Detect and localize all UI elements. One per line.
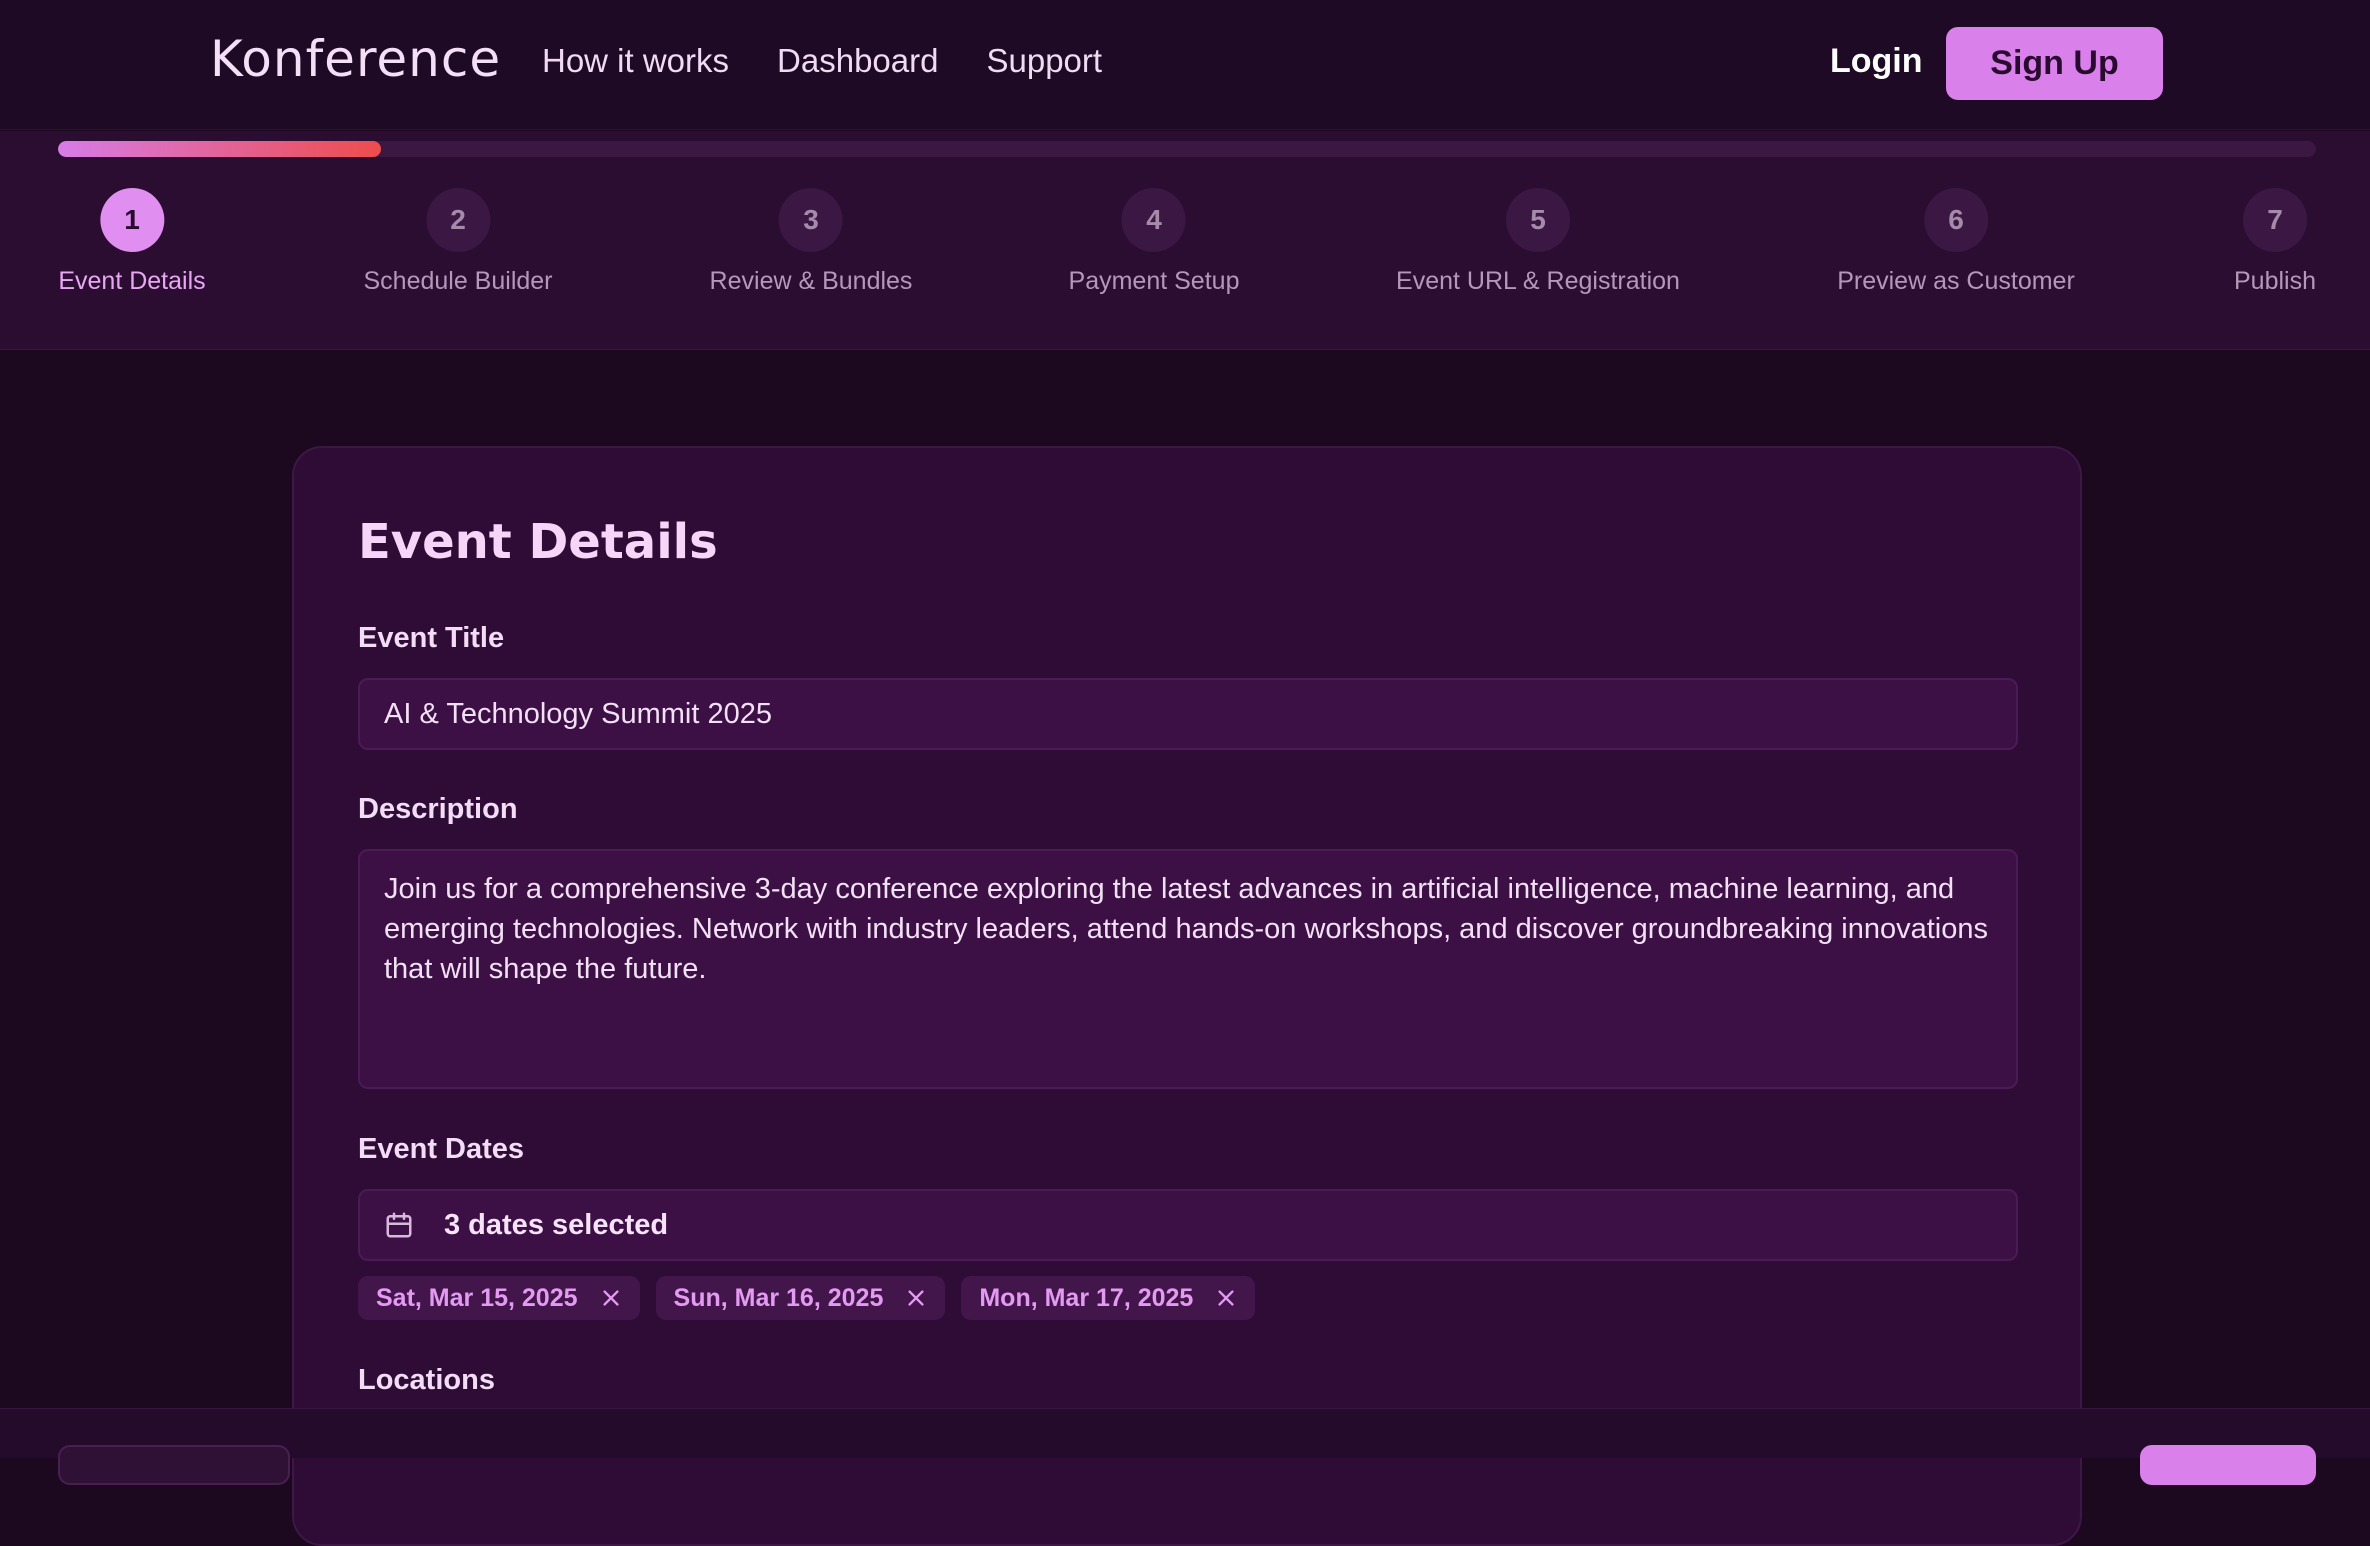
step-label: Schedule Builder	[363, 267, 553, 295]
description-label: Description	[358, 793, 518, 825]
step-number: 6	[1923, 188, 1988, 252]
event-dates-picker[interactable]: 3 dates selected	[358, 1189, 2018, 1261]
main-nav: How it works Dashboard Support	[542, 42, 1102, 80]
event-details-card: Event Details Event Title Description Jo…	[292, 446, 2082, 1546]
remove-date-icon[interactable]	[905, 1287, 927, 1309]
date-chip-label: Sat, Mar 15, 2025	[376, 1283, 578, 1312]
nav-support[interactable]: Support	[986, 42, 1102, 80]
step-number: 4	[1122, 188, 1186, 252]
step-number: 1	[99, 188, 164, 252]
step-publish[interactable]: 7 Publish	[2234, 188, 2316, 296]
step-event-url-registration[interactable]: 5 Event URL & Registration	[1396, 188, 1680, 296]
step-event-details[interactable]: 1 Event Details	[58, 188, 206, 296]
nav-how-it-works[interactable]: How it works	[542, 42, 729, 80]
event-title-input[interactable]	[358, 678, 2018, 750]
event-title-label: Event Title	[358, 622, 505, 654]
description-textarea[interactable]: Join us for a comprehensive 3-day confer…	[358, 849, 2018, 1089]
locations-label: Locations	[358, 1364, 495, 1396]
step-label: Payment Setup	[1068, 267, 1240, 295]
back-button[interactable]	[58, 1445, 290, 1485]
step-review-bundles[interactable]: 3 Review & Bundles	[709, 188, 913, 296]
progress-bar-fill	[58, 141, 381, 157]
next-button[interactable]	[2140, 1445, 2316, 1485]
login-link[interactable]: Login	[1830, 42, 1923, 81]
step-number: 7	[2243, 188, 2307, 252]
remove-date-icon[interactable]	[1215, 1287, 1237, 1309]
step-schedule-builder[interactable]: 2 Schedule Builder	[363, 188, 553, 296]
step-label: Preview as Customer	[1837, 267, 2075, 295]
date-chip: Sat, Mar 15, 2025	[358, 1276, 640, 1320]
page-title: Event Details	[358, 514, 718, 570]
sign-up-button[interactable]: Sign Up	[1946, 27, 2163, 100]
date-chip: Mon, Mar 17, 2025	[961, 1276, 1256, 1320]
date-chip-label: Sun, Mar 16, 2025	[673, 1283, 884, 1312]
date-chip-label: Mon, Mar 17, 2025	[979, 1283, 1194, 1312]
date-chip: Sun, Mar 16, 2025	[655, 1276, 946, 1320]
top-navbar: Konference How it works Dashboard Suppor…	[0, 0, 2370, 130]
step-number: 3	[778, 188, 843, 252]
step-label: Review & Bundles	[709, 267, 913, 295]
event-dates-label: Event Dates	[358, 1133, 525, 1165]
nav-dashboard[interactable]: Dashboard	[777, 42, 938, 80]
wizard-footer	[0, 1408, 2370, 1485]
dates-summary: 3 dates selected	[444, 1208, 669, 1241]
step-label: Event URL & Registration	[1396, 267, 1680, 295]
progress-bar	[58, 141, 2316, 157]
brand-logo[interactable]: Konference	[210, 30, 501, 88]
step-number: 2	[425, 188, 490, 252]
calendar-icon	[386, 1212, 412, 1238]
remove-date-icon[interactable]	[600, 1287, 622, 1309]
wizard-stepper: 1 Event Details 2 Schedule Builder 3 Rev…	[0, 131, 2370, 350]
step-number: 5	[1506, 188, 1570, 252]
step-label: Event Details	[58, 267, 206, 295]
date-chips: Sat, Mar 15, 2025 Sun, Mar 16, 2025 Mon,…	[358, 1276, 1256, 1320]
step-label: Publish	[2234, 267, 2316, 295]
step-preview-as-customer[interactable]: 6 Preview as Customer	[1837, 188, 2075, 296]
step-payment-setup[interactable]: 4 Payment Setup	[1068, 188, 1240, 296]
